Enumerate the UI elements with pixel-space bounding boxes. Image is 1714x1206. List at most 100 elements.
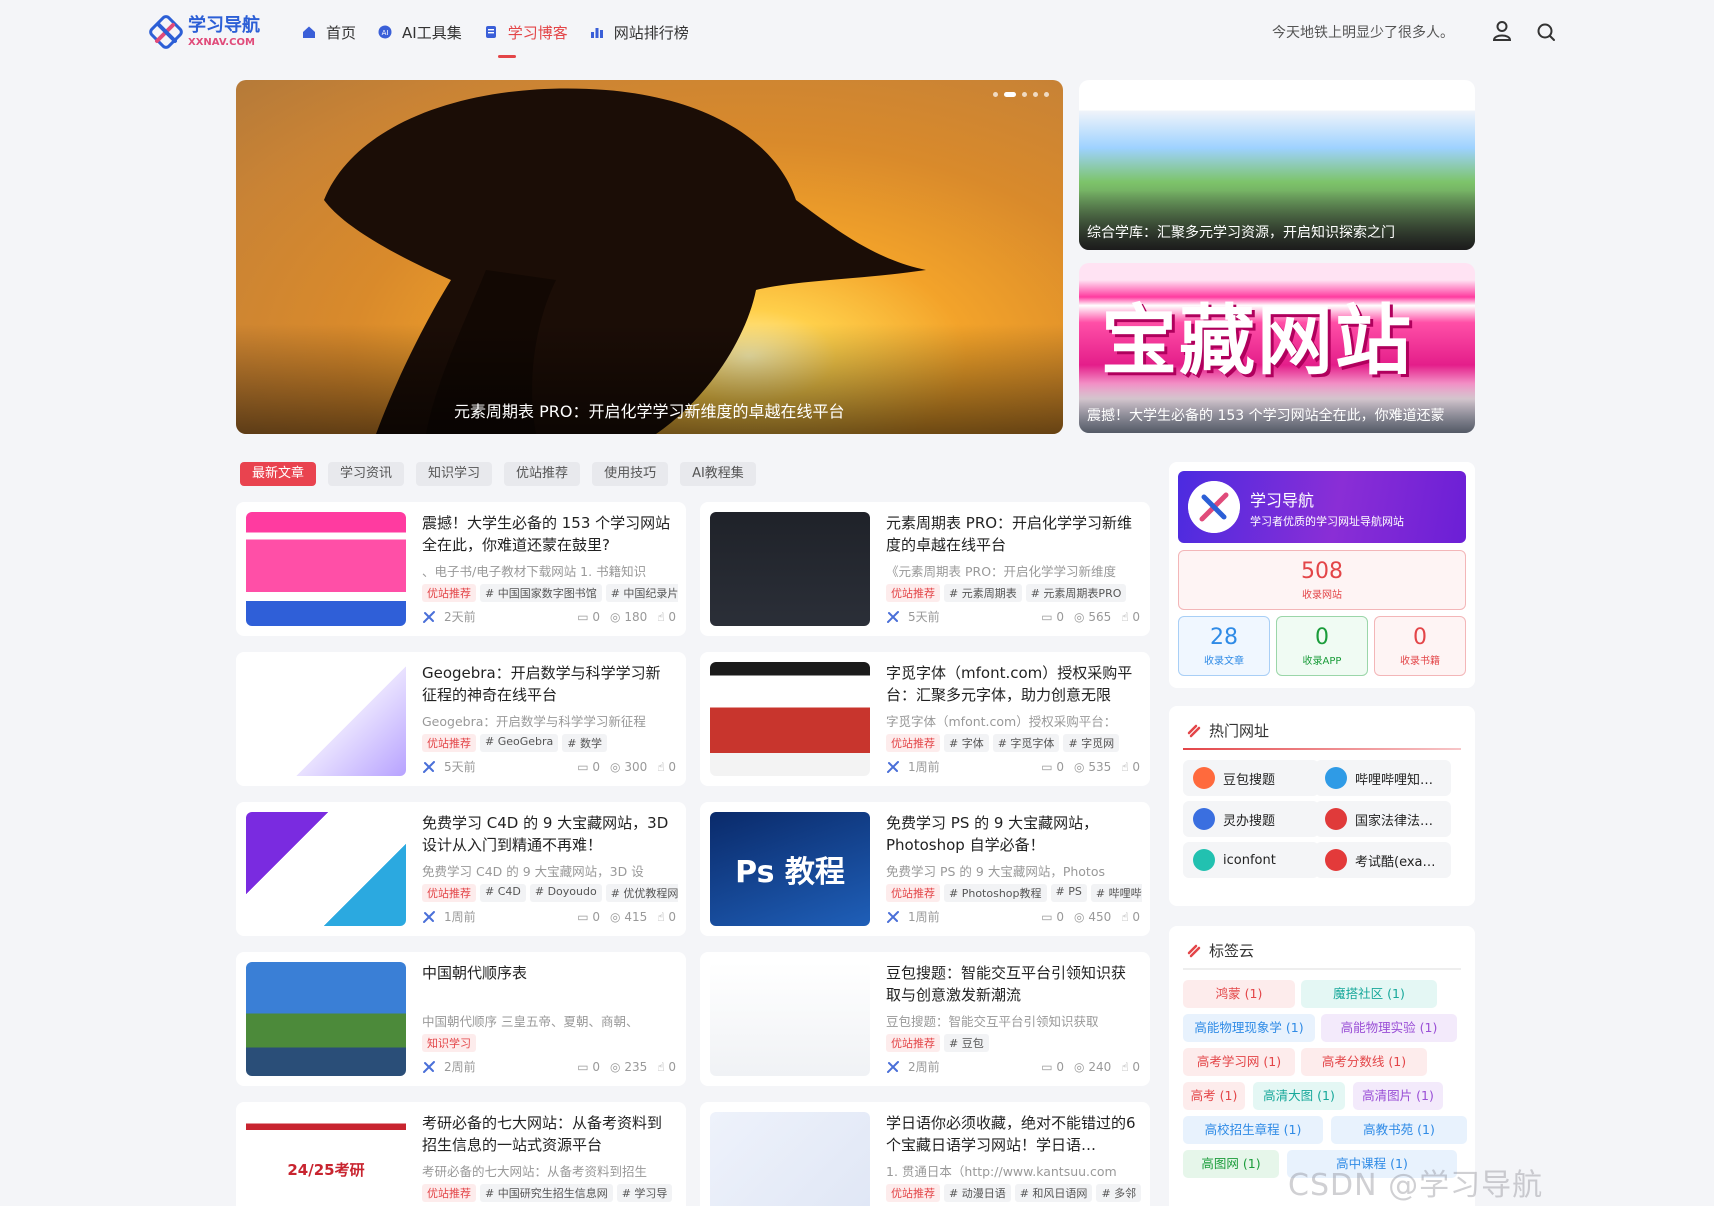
article-thumbnail[interactable]: Ps 教程: [710, 812, 870, 926]
category-tag[interactable]: 优站推荐: [886, 1034, 940, 1052]
nav-home[interactable]: 首页: [302, 20, 356, 44]
hot-site-item[interactable]: 豆包搜题: [1183, 760, 1319, 796]
article-tag[interactable]: # 多邻: [1096, 1184, 1142, 1202]
hot-site-item[interactable]: 哔哩哔哩知…: [1315, 760, 1451, 796]
hot-site-item[interactable]: iconfont: [1183, 842, 1319, 878]
article-card[interactable]: 元素周期表 PRO：开启化学学习新维度的卓越在线平台 《元素周期表 PRO：开启化…: [700, 502, 1150, 636]
tag-cloud-item[interactable]: 高能物理现象学 (1): [1183, 1014, 1315, 1042]
article-title[interactable]: 字觅字体（mfont.com）授权采购平台：汇聚多元字体，助力创意无限: [886, 662, 1136, 706]
article-title[interactable]: 考研必备的七大网站：从备考资料到招生信息的一站式资源平台: [422, 1112, 672, 1156]
tab-ai-tutorials[interactable]: AI教程集: [680, 462, 756, 486]
tag-cloud-item[interactable]: 高校招生章程 (1): [1183, 1116, 1323, 1144]
category-tag[interactable]: 优站推荐: [886, 584, 940, 602]
article-card[interactable]: 豆包搜题：智能交互平台引领知识获取与创意激发新潮流 豆包搜题：智能交互平台引领知识…: [700, 952, 1150, 1086]
tag-cloud-item[interactable]: 高考 (1): [1183, 1082, 1245, 1110]
article-title[interactable]: 震撼！大学生必备的 153 个学习网站全在此，你难道还蒙在鼓里?: [422, 512, 672, 556]
tab-tips[interactable]: 使用技巧: [592, 462, 669, 486]
article-tag[interactable]: # 元素周期表PRO: [1025, 584, 1127, 602]
article-card[interactable]: Ps 教程 免费学习 PS 的 9 大宝藏网站，Photoshop 自学必备！ 免费…: [700, 802, 1150, 936]
category-tag[interactable]: 优站推荐: [422, 1184, 476, 1202]
article-title[interactable]: 学日语你必须收藏，绝对不能错过的6个宝藏日语学习网站！学日语…: [886, 1112, 1136, 1156]
category-tag[interactable]: 优站推荐: [422, 884, 476, 902]
article-tag[interactable]: # 元素周期表: [944, 584, 1022, 602]
article-tag[interactable]: # 动漫日语: [944, 1184, 1011, 1202]
article-tag[interactable]: # GeoGebra: [480, 734, 559, 752]
tag-cloud-item[interactable]: 高图网 (1): [1183, 1150, 1279, 1178]
article-card[interactable]: 字觅字体（mfont.com）授权采购平台：汇聚多元字体，助力创意无限 字觅字体（…: [700, 652, 1150, 786]
article-tag[interactable]: # 豆包: [944, 1034, 989, 1052]
article-title[interactable]: 豆包搜题：智能交互平台引领知识获取与创意激发新潮流: [886, 962, 1136, 1006]
article-tag[interactable]: # C4D: [480, 884, 526, 902]
site-logo[interactable]: 学习导航 XXNAV.COM: [148, 14, 260, 50]
article-title[interactable]: 中国朝代顺序表: [422, 962, 672, 984]
hot-site-item[interactable]: 灵办搜题: [1183, 801, 1319, 837]
article-tag[interactable]: # 中国国家数字图书馆: [480, 584, 602, 602]
side-card-library[interactable]: 综合学库：汇聚多元学习资源，开启知识探索之门: [1079, 80, 1475, 250]
article-thumbnail[interactable]: [246, 512, 406, 626]
article-card[interactable]: 免费学习 C4D 的 9 大宝藏网站，3D 设计从入门到精通不再难！ 免费学习 C…: [236, 802, 686, 936]
tab-recommend[interactable]: 优站推荐: [504, 462, 581, 486]
category-tag[interactable]: 知识学习: [422, 1034, 476, 1052]
stat-articles[interactable]: 28 收录文章: [1178, 616, 1270, 676]
article-tag[interactable]: # 中国研究生招生信息网: [480, 1184, 613, 1202]
tag-cloud-item[interactable]: 高考学习网 (1): [1183, 1048, 1295, 1076]
article-tag[interactable]: # Doyoudo: [529, 884, 602, 902]
hero-slider[interactable]: 元素周期表 PRO：开启化学学习新维度的卓越在线平台: [236, 80, 1063, 434]
nav-ai-tools[interactable]: AI AI工具集: [378, 20, 462, 44]
article-tag[interactable]: # PS: [1050, 884, 1087, 902]
article-tag[interactable]: # 字觅网: [1063, 734, 1120, 752]
slide-dot-active[interactable]: [1004, 92, 1016, 97]
article-card[interactable]: 24/25考研 考研必备的七大网站：从备考资料到招生信息的一站式资源平台 考研必备的…: [236, 1102, 686, 1206]
hero-caption[interactable]: 元素周期表 PRO：开启化学学习新维度的卓越在线平台: [454, 398, 844, 422]
article-thumbnail[interactable]: [246, 662, 406, 776]
tag-cloud-item[interactable]: 高教书苑 (1): [1331, 1116, 1467, 1144]
tag-cloud-item[interactable]: 魔搭社区 (1): [1301, 980, 1437, 1008]
nav-blog[interactable]: 学习博客: [484, 20, 568, 58]
article-tag[interactable]: # 中国纪录片: [605, 584, 678, 602]
hot-site-item[interactable]: 考试酷(exa…: [1315, 842, 1451, 878]
article-tag[interactable]: # 数学: [562, 734, 607, 752]
stat-apps[interactable]: 0 收录APP: [1276, 616, 1368, 676]
article-card[interactable]: Geogebra：开启数学与科学学习新征程的神奇在线平台 Geogebra：开启数…: [236, 652, 686, 786]
slide-dot[interactable]: [1044, 92, 1049, 97]
side-card-treasure[interactable]: 宝藏网站 震撼！大学生必备的 153 个学习网站全在此，你难道还蒙: [1079, 263, 1475, 433]
hot-site-item[interactable]: 国家法律法…: [1315, 801, 1451, 837]
category-tag[interactable]: 优站推荐: [886, 884, 940, 902]
tab-latest[interactable]: 最新文章: [240, 462, 317, 486]
tag-cloud-item[interactable]: 鸿蒙 (1): [1183, 980, 1295, 1008]
category-tag[interactable]: 优站推荐: [886, 734, 940, 752]
article-title[interactable]: 免费学习 PS 的 9 大宝藏网站，Photoshop 自学必备！: [886, 812, 1136, 856]
stat-sites[interactable]: 508 收录网站: [1178, 550, 1466, 610]
article-title[interactable]: Geogebra：开启数学与科学学习新征程的神奇在线平台: [422, 662, 672, 706]
article-title[interactable]: 免费学习 C4D 的 9 大宝藏网站，3D 设计从入门到精通不再难！: [422, 812, 672, 856]
category-tag[interactable]: 优站推荐: [422, 584, 476, 602]
article-tag[interactable]: # 字体: [944, 734, 989, 752]
nav-ranking[interactable]: 网站排行榜: [590, 20, 689, 44]
article-thumbnail[interactable]: [710, 962, 870, 1076]
article-title[interactable]: 元素周期表 PRO：开启化学学习新维度的卓越在线平台: [886, 512, 1136, 556]
user-icon[interactable]: [1492, 20, 1512, 42]
tab-knowledge[interactable]: 知识学习: [416, 462, 493, 486]
search-icon[interactable]: [1536, 21, 1556, 43]
slide-dot[interactable]: [993, 92, 998, 97]
article-thumbnail[interactable]: [710, 662, 870, 776]
article-tag[interactable]: # Photoshop教程: [944, 884, 1047, 902]
tag-cloud-item[interactable]: 高清图片 (1): [1353, 1082, 1443, 1110]
article-thumbnail[interactable]: [246, 812, 406, 926]
category-tag[interactable]: 优站推荐: [422, 734, 476, 752]
tab-news[interactable]: 学习资讯: [328, 462, 405, 486]
article-tag[interactable]: # 字觅字体: [992, 734, 1060, 752]
article-card[interactable]: 中国朝代顺序表 中国朝代顺序 三皇五帝、夏朝、商朝、 知识学习 2周前 ▭ 0 ◎ 235…: [236, 952, 686, 1086]
article-thumbnail[interactable]: 24/25考研: [246, 1112, 406, 1206]
article-card[interactable]: 震撼！大学生必备的 153 个学习网站全在此，你难道还蒙在鼓里? 、电子书/电子教…: [236, 502, 686, 636]
article-tag[interactable]: # 优优教程网: [605, 884, 678, 902]
article-thumbnail[interactable]: [246, 962, 406, 1076]
stat-books[interactable]: 0 收录书籍: [1374, 616, 1466, 676]
tag-cloud-item[interactable]: 高清大图 (1): [1253, 1082, 1345, 1110]
slide-dot[interactable]: [1033, 92, 1038, 97]
article-tag[interactable]: # 和风日语网: [1014, 1184, 1093, 1202]
article-thumbnail[interactable]: [710, 512, 870, 626]
article-tag[interactable]: # 学习导: [616, 1184, 673, 1202]
slide-dot[interactable]: [1022, 92, 1027, 97]
tag-cloud-item[interactable]: 高考分数线 (1): [1301, 1048, 1427, 1076]
